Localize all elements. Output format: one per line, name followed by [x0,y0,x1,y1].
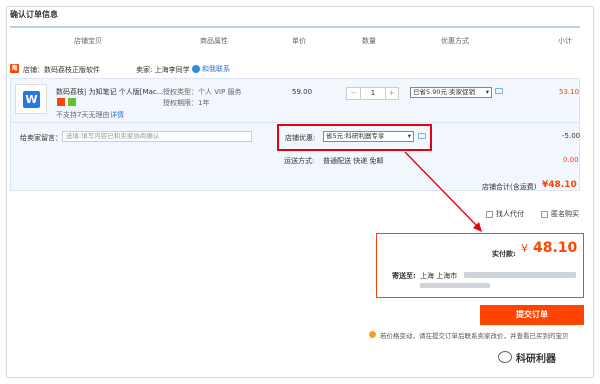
wechat-icon [498,351,512,363]
annotation-arrow [404,151,482,232]
price-change-notice: 若价格变动，请在提交订单后联系卖家改价，并查看已买到的宝贝 [380,332,569,340]
payment-amount: 48.10 [533,240,578,256]
submit-order-button[interactable]: 提交订单 [480,305,584,325]
blurred-recipient [420,283,490,288]
address-city: 上海 上海市 [420,272,458,280]
blurred-address [464,272,576,278]
warning-icon [369,331,376,338]
address-label: 寄送至: [392,272,416,280]
watermark-text: 科研利器 [516,354,556,365]
payment-currency: ¥ [521,242,528,255]
payment-label: 实付款: [492,250,516,258]
